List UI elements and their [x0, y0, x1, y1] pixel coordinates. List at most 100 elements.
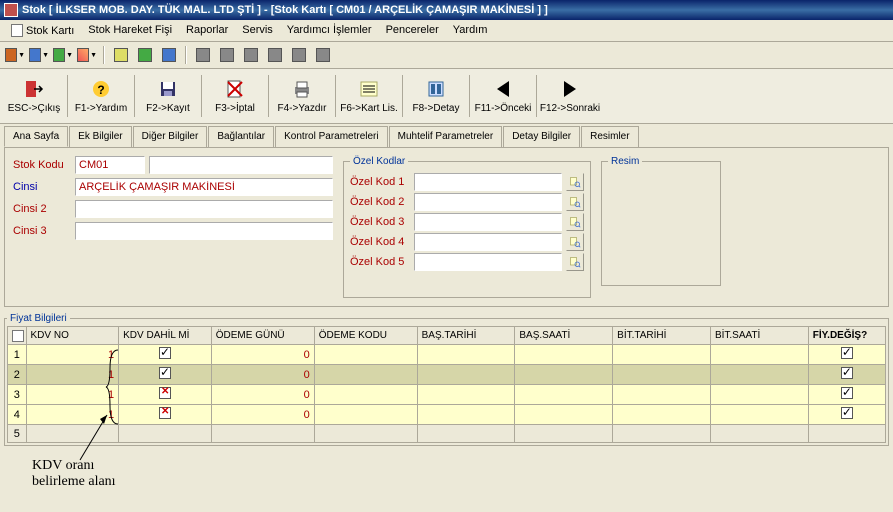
cell-bas-saati[interactable] — [515, 425, 613, 443]
cell-bit-tarihi[interactable] — [613, 425, 711, 443]
cell-odeme-gunu[interactable] — [211, 425, 314, 443]
tb-btn7[interactable] — [158, 44, 180, 66]
cinsi2-input[interactable] — [75, 200, 333, 218]
cell-odeme-gunu[interactable]: 0 — [211, 385, 314, 405]
cell-odeme-kodu[interactable] — [314, 345, 417, 365]
cell-fiy-degis[interactable] — [808, 385, 885, 405]
hdr-kdv-no[interactable]: KDV NO — [26, 327, 119, 345]
cinsi-input[interactable] — [75, 178, 333, 196]
cell-fiy-degis[interactable] — [808, 365, 885, 385]
checkbox-icon[interactable] — [841, 347, 853, 359]
tb-btn5[interactable] — [110, 44, 132, 66]
tab-diger-bilgiler[interactable]: Diğer Bilgiler — [133, 126, 208, 147]
cell-odeme-gunu[interactable]: 0 — [211, 365, 314, 385]
cell-kdv-dahil[interactable] — [119, 405, 212, 425]
btn-f11-onceki[interactable]: F11->Önceki — [473, 73, 533, 119]
cell-fiy-degis[interactable] — [808, 425, 885, 443]
btn-f12-sonraki[interactable]: F12->Sonraki — [540, 73, 600, 119]
tb-btn11[interactable] — [264, 44, 286, 66]
cell-bas-tarihi[interactable] — [417, 385, 515, 405]
cell-bas-saati[interactable] — [515, 365, 613, 385]
menu-yardimci[interactable]: Yardımcı İşlemler — [280, 22, 379, 39]
tb-btn3[interactable]: ▼ — [52, 44, 74, 66]
cell-bit-tarihi[interactable] — [613, 405, 711, 425]
ozel5-input[interactable] — [414, 253, 562, 271]
menu-stok-hareket[interactable]: Stok Hareket Fişi — [81, 22, 179, 39]
cell-odeme-gunu[interactable]: 0 — [211, 405, 314, 425]
checkbox-icon[interactable] — [841, 367, 853, 379]
hdr-bas-tarihi[interactable]: BAŞ.TARİHİ — [417, 327, 515, 345]
table-row[interactable]: 310 — [8, 385, 886, 405]
cell-bit-saati[interactable] — [710, 385, 808, 405]
btn-f4-yazdir[interactable]: F4->Yazdır — [272, 73, 332, 119]
menu-servis[interactable]: Servis — [235, 22, 280, 39]
ozel3-lookup[interactable] — [566, 213, 584, 231]
btn-f8-detay[interactable]: F8->Detay — [406, 73, 466, 119]
checkbox-cross-icon[interactable] — [159, 407, 171, 419]
cell-bas-tarihi[interactable] — [417, 405, 515, 425]
ozel3-input[interactable] — [414, 213, 562, 231]
cell-bas-tarihi[interactable] — [417, 425, 515, 443]
menu-raporlar[interactable]: Raporlar — [179, 22, 235, 39]
grid-corner[interactable] — [8, 327, 27, 345]
cell-bas-tarihi[interactable] — [417, 365, 515, 385]
cell-odeme-kodu[interactable] — [314, 385, 417, 405]
tab-baglantilar[interactable]: Bağlantılar — [208, 126, 274, 147]
menu-pencereler[interactable]: Pencereler — [379, 22, 446, 39]
hdr-fiy-degis[interactable]: FİY.DEĞİŞ? — [808, 327, 885, 345]
checkbox-cross-icon[interactable] — [159, 387, 171, 399]
cell-kdv-dahil[interactable] — [119, 425, 212, 443]
tb-btn2[interactable]: ▼ — [28, 44, 50, 66]
hdr-kdv-dahil[interactable]: KDV DAHİL Mİ — [119, 327, 212, 345]
menu-yardim[interactable]: Yardım — [446, 22, 495, 39]
table-row[interactable]: 210 — [8, 365, 886, 385]
tab-ek-bilgiler[interactable]: Ek Bilgiler — [69, 126, 131, 147]
ozel1-lookup[interactable] — [566, 173, 584, 191]
cell-odeme-gunu[interactable]: 0 — [211, 345, 314, 365]
ozel2-input[interactable] — [414, 193, 562, 211]
tb-btn13[interactable] — [312, 44, 334, 66]
stok-kodu-extra-input[interactable] — [149, 156, 333, 174]
checkbox-icon[interactable] — [841, 407, 853, 419]
cell-bas-tarihi[interactable] — [417, 345, 515, 365]
cell-kdv-dahil[interactable] — [119, 365, 212, 385]
cell-bit-saati[interactable] — [710, 345, 808, 365]
ozel2-lookup[interactable] — [566, 193, 584, 211]
cell-kdv-dahil[interactable] — [119, 385, 212, 405]
btn-esc-cikis[interactable]: ESC->Çıkış — [4, 73, 64, 119]
hdr-bit-saati[interactable]: BİT.SAATİ — [710, 327, 808, 345]
tb-btn4[interactable]: ▼ — [76, 44, 98, 66]
table-row[interactable]: 5 — [8, 425, 886, 443]
btn-f3-iptal[interactable]: F3->İptal — [205, 73, 265, 119]
cinsi3-input[interactable] — [75, 222, 333, 240]
ozel1-input[interactable] — [414, 173, 562, 191]
tb-btn9[interactable] — [216, 44, 238, 66]
cell-odeme-kodu[interactable] — [314, 405, 417, 425]
cell-fiy-degis[interactable] — [808, 345, 885, 365]
tb-btn8[interactable] — [192, 44, 214, 66]
cell-bit-saati[interactable] — [710, 365, 808, 385]
hdr-odeme-gunu[interactable]: ÖDEME GÜNÜ — [211, 327, 314, 345]
tb-btn12[interactable] — [288, 44, 310, 66]
btn-f6-kartlist[interactable]: F6->Kart Lis. — [339, 73, 399, 119]
cell-bit-tarihi[interactable] — [613, 345, 711, 365]
cell-bas-saati[interactable] — [515, 345, 613, 365]
tab-resimler[interactable]: Resimler — [581, 126, 638, 147]
stok-kodu-input[interactable] — [75, 156, 145, 174]
checkbox-icon[interactable] — [159, 367, 171, 379]
ozel4-lookup[interactable] — [566, 233, 584, 251]
table-row[interactable]: 410 — [8, 405, 886, 425]
tab-muhtelif[interactable]: Muhtelif Parametreler — [389, 126, 503, 147]
btn-f1-yardim[interactable]: ? F1->Yardım — [71, 73, 131, 119]
cell-kdv-dahil[interactable] — [119, 345, 212, 365]
cell-odeme-kodu[interactable] — [314, 365, 417, 385]
hdr-odeme-kodu[interactable]: ÖDEME KODU — [314, 327, 417, 345]
cell-fiy-degis[interactable] — [808, 405, 885, 425]
cell-bit-tarihi[interactable] — [613, 385, 711, 405]
tb-btn10[interactable] — [240, 44, 262, 66]
tab-detay[interactable]: Detay Bilgiler — [503, 126, 580, 147]
cell-bas-saati[interactable] — [515, 405, 613, 425]
tb-new[interactable]: ▼ — [4, 44, 26, 66]
hdr-bit-tarihi[interactable]: BİT.TARİHİ — [613, 327, 711, 345]
tb-btn6[interactable] — [134, 44, 156, 66]
